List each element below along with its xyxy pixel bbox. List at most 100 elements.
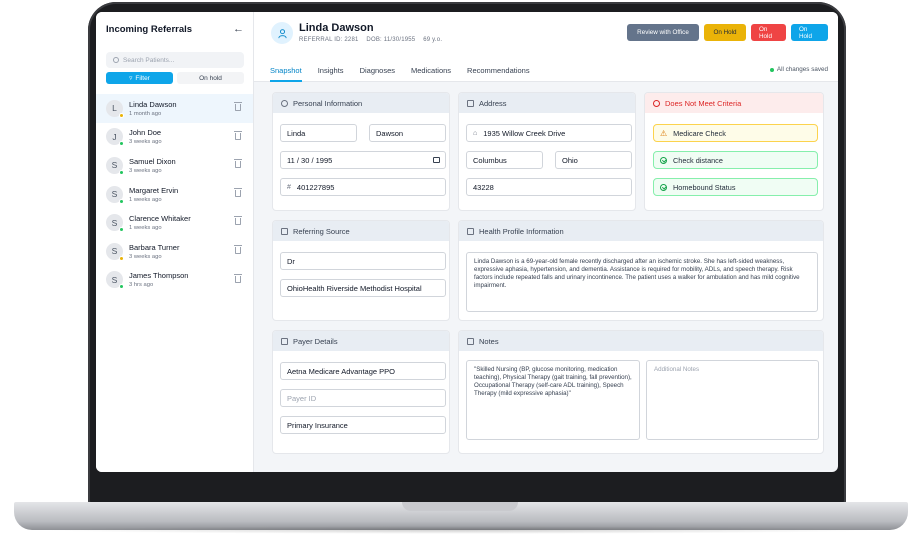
document-icon <box>467 337 474 345</box>
main-panel: Linda Dawson REFERRAL ID: 2281 DOB: 11/3… <box>254 12 838 472</box>
zip-field[interactable]: 43228 <box>466 178 632 196</box>
dob-value: 11 / 30 / 1995 <box>287 155 333 165</box>
referring-source-card: Referring Source Dr OhioHealth Riverside… <box>272 220 450 321</box>
dob-field[interactable]: 11 / 30 / 1995 <box>280 151 446 169</box>
criteria-title: Does Not Meet Criteria <box>665 98 742 108</box>
payer-id-input[interactable]: Payer ID <box>280 389 446 407</box>
tab-recommendations[interactable]: Recommendations <box>467 62 530 82</box>
on-hold-yellow-button[interactable]: On Hold <box>704 24 746 41</box>
criteria-header: Does Not Meet Criteria <box>645 93 823 113</box>
patient-name: Linda Dawson <box>129 99 177 109</box>
credit-card-icon <box>281 337 288 345</box>
referring-facility-field[interactable]: OhioHealth Riverside Methodist Hospital <box>280 279 446 297</box>
avatar-initial: S <box>111 189 118 200</box>
x-circle-icon <box>653 99 660 107</box>
trash-icon[interactable] <box>234 244 242 254</box>
insurance-type-field[interactable]: Primary Insurance <box>280 416 446 434</box>
save-status: All changes saved <box>769 66 828 73</box>
patient-name: Barbara Turner <box>129 242 180 252</box>
arrow-left-icon[interactable]: ← <box>233 23 244 35</box>
check-circle-icon <box>660 183 667 191</box>
tab-snapshot[interactable]: Snapshot <box>270 62 302 82</box>
trash-icon[interactable] <box>234 130 242 140</box>
address-title: Address <box>479 98 507 108</box>
city-field[interactable]: Columbus <box>466 151 543 169</box>
search-input[interactable]: Search Patients... <box>106 52 244 68</box>
health-profile-text[interactable]: Linda Dawson is a 69-year-old female rec… <box>466 252 818 312</box>
building-icon <box>467 99 474 107</box>
patient-text: Clarence Whitaker 1 weeks ago <box>129 214 191 231</box>
patient-name: Linda Dawson <box>299 22 374 34</box>
user-icon <box>271 22 293 44</box>
list-item[interactable]: J John Doe 3 weeks ago <box>96 123 253 152</box>
criteria-item-medicare-check[interactable]: ⚠ Medicare Check <box>653 124 818 142</box>
patient-name: Samuel Dixon <box>129 156 176 166</box>
filter-button[interactable]: ▿ Filter <box>106 72 173 84</box>
sidebar-title: Incoming Referrals <box>106 23 193 35</box>
list-item[interactable]: S Clarence Whitaker 1 weeks ago <box>96 208 253 237</box>
criteria-item-homebound-status[interactable]: Homebound Status <box>653 178 818 196</box>
on-hold-red-button[interactable]: On Hold <box>751 24 786 41</box>
avatar: L <box>106 99 124 118</box>
patient-text: John Doe 3 weeks ago <box>129 128 162 145</box>
tab-diagnoses[interactable]: Diagnoses <box>360 62 395 82</box>
state-field[interactable]: Ohio <box>555 151 632 169</box>
referring-name-field[interactable]: Dr <box>280 252 446 270</box>
notes-text[interactable]: "Skilled Nursing (BP, glucose monitoring… <box>466 360 640 440</box>
patient-time: 3 weeks ago <box>129 253 162 260</box>
tab-medications[interactable]: Medications <box>411 62 451 82</box>
list-item[interactable]: L Linda Dawson 1 month ago <box>96 94 253 123</box>
list-item[interactable]: S James Thompson 3 hrs ago <box>96 266 253 295</box>
status-dot-icon <box>119 284 124 290</box>
app-screen: Incoming Referrals ← Search Patients... … <box>96 12 838 472</box>
filter-label: Filter <box>135 74 150 82</box>
health-profile-header: Health Profile Information <box>459 221 823 241</box>
street-field[interactable]: ⌂ 1935 Willow Creek Drive <box>466 124 632 142</box>
avatar: S <box>106 271 124 290</box>
avatar: S <box>106 242 124 261</box>
trash-icon[interactable] <box>234 159 242 169</box>
trash-icon[interactable] <box>234 273 242 283</box>
trash-icon[interactable] <box>234 102 242 111</box>
patient-id-field[interactable]: # 401227895 <box>280 178 446 196</box>
status-dot-icon <box>119 227 124 233</box>
status-dot-icon <box>119 169 124 175</box>
first-name-field[interactable]: Linda <box>280 124 357 142</box>
address-header: Address <box>459 93 635 113</box>
trash-icon[interactable] <box>234 187 242 197</box>
calendar-icon[interactable] <box>433 157 440 163</box>
avatar: J <box>106 128 124 147</box>
additional-notes-input[interactable]: Additional Notes <box>646 360 819 440</box>
patient-list: L Linda Dawson 1 month ago J John Doe 3 weeks… <box>96 94 253 294</box>
search-icon <box>113 57 119 63</box>
status-dot-icon <box>119 198 124 204</box>
avatar: S <box>106 156 124 175</box>
patient-text: Linda Dawson 1 month ago <box>129 100 177 117</box>
check-circle-icon <box>660 156 667 164</box>
patient-age: 69 y.o. <box>423 37 443 43</box>
patient-time: 1 weeks ago <box>129 196 162 203</box>
list-item[interactable]: S Margaret Ervin 1 weeks ago <box>96 180 253 209</box>
last-name-field[interactable]: Dawson <box>369 124 446 142</box>
payer-plan-field[interactable]: Aetna Medicare Advantage PPO <box>280 362 446 380</box>
list-item[interactable]: S Barbara Turner 3 weeks ago <box>96 237 253 266</box>
patient-text: Margaret Ervin 1 weeks ago <box>129 186 178 203</box>
on-hold-filter-button[interactable]: On hold <box>177 72 244 84</box>
list-item[interactable]: S Samuel Dixon 3 weeks ago <box>96 151 253 180</box>
avatar-initial: S <box>111 246 118 257</box>
patient-time: 1 month ago <box>129 110 162 117</box>
payer-details-title: Payer Details <box>293 336 338 346</box>
payer-details-header: Payer Details <box>273 331 449 351</box>
health-profile-card: Health Profile Information Linda Dawson … <box>458 220 824 321</box>
referring-source-header: Referring Source <box>273 221 449 241</box>
criteria-item-check-distance[interactable]: Check distance <box>653 151 818 169</box>
avatar-initial: S <box>111 160 118 171</box>
tab-insights[interactable]: Insights <box>318 62 344 82</box>
on-hold-blue-button[interactable]: On Hold <box>791 24 828 41</box>
patient-dob: DOB: 11/30/1955 <box>366 37 416 43</box>
payer-details-card: Payer Details Aetna Medicare Advantage P… <box>272 330 450 454</box>
criteria-label: Check distance <box>673 155 723 165</box>
review-with-office-button[interactable]: Review with Office <box>627 24 699 41</box>
trash-icon[interactable] <box>234 216 242 226</box>
avatar: S <box>106 185 124 204</box>
